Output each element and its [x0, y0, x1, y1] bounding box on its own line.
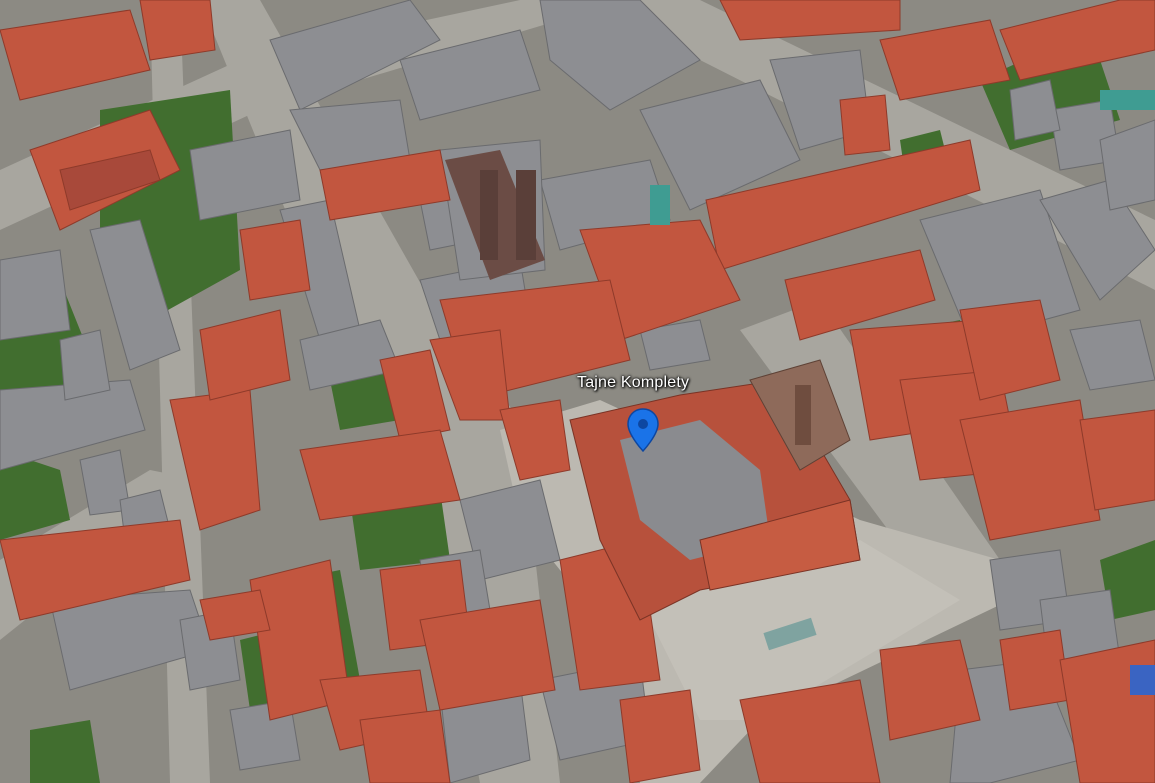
map-3d-view[interactable]: Tajne Komplety	[0, 0, 1155, 783]
location-pin-icon[interactable]	[626, 407, 660, 453]
place-label[interactable]: Tajne Komplety	[577, 374, 689, 392]
